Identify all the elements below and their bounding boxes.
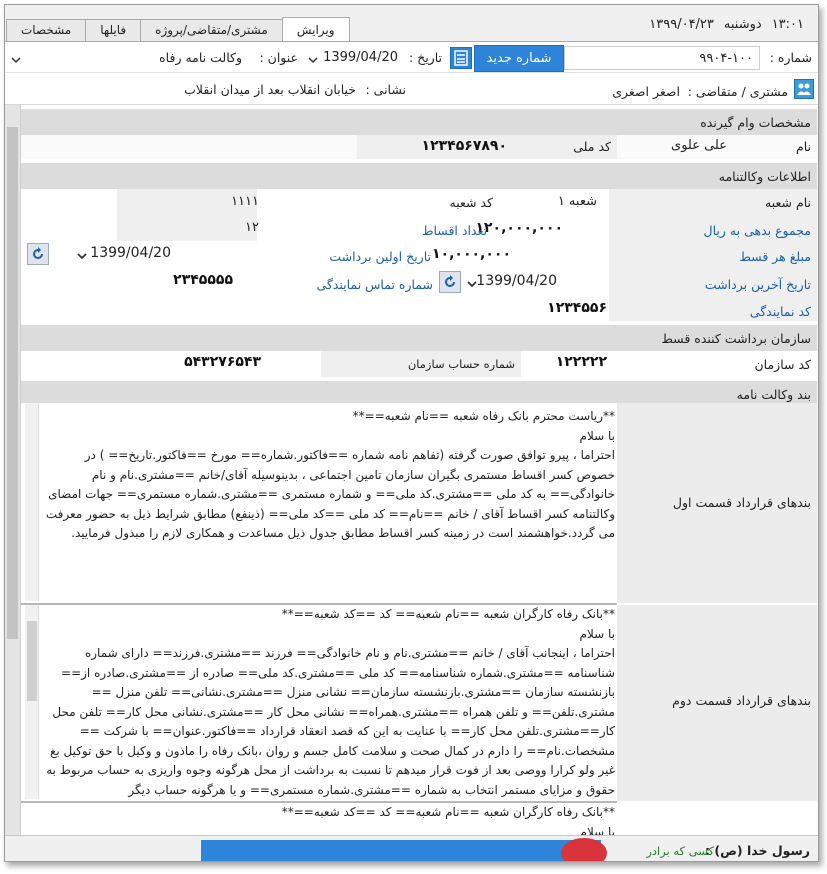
branch-name-label: نام شعبه	[765, 195, 811, 210]
part1-line-1: **رياست محترم بانک رفاه شعبه ==نام شعبه=…	[352, 409, 615, 423]
clock-date: ۱۳۹۹/۰۴/۲۳	[649, 17, 714, 32]
number-field[interactable]: ۹۹۰۴-۱۰۰	[564, 46, 760, 70]
part2-textarea[interactable]: **بانک رفاه کارگران شعبه ==نام شعبه== کد…	[21, 603, 617, 799]
agency-code-value[interactable]: ۱۲۳۴۵۵۶	[547, 300, 607, 316]
title-value: وکالت نامه رفاه	[159, 50, 242, 65]
customer-icon[interactable]	[794, 79, 814, 99]
branch-name-value[interactable]: شعبه ۱	[558, 194, 597, 209]
installments-label: تعداد اقساط	[421, 223, 487, 238]
branch-code-label: کد شعبه	[449, 195, 493, 210]
agency-phone-label: شماره تماس نمایندگی	[316, 277, 433, 292]
agency-phone-value[interactable]: ۲۳۴۵۵۵۵	[173, 272, 233, 288]
tab-customer-project[interactable]: مشتری/متقاضی/پروژه	[140, 19, 283, 41]
account-label: شماره حساب سازمان	[407, 357, 515, 371]
part1-scrollbar[interactable]	[25, 403, 39, 601]
installment-amount-label: مبلغ هر قسط	[739, 249, 811, 264]
part2-line-3: احتراما ، اینجانب آقای / خانم ==مشتری.نا…	[46, 646, 615, 797]
customer-row: مشتری / متقاضی : اصغر اصغری نشانی : خیاب…	[5, 73, 818, 105]
part2-scrollbar-thumb[interactable]	[27, 621, 37, 701]
customer-value[interactable]: اصغر اصغری	[612, 84, 680, 99]
calculator-icon[interactable]	[450, 47, 472, 69]
part1-textarea[interactable]: **رياست محترم بانک رفاه شعبه ==نام شعبه=…	[21, 403, 617, 601]
part3-textarea[interactable]: **بانک رفاه کارگران شعبه ==نام شعبه== کد…	[21, 801, 617, 835]
title-field[interactable]: وکالت نامه رفاه	[22, 46, 242, 70]
part3-line-1: **بانک رفاه کارگران شعبه ==نام شعبه== کد…	[281, 805, 615, 819]
hadith-text: کسی که برادر	[646, 844, 714, 858]
footer-badge	[561, 838, 607, 861]
part1-label: بندهای قرارداد قسمت اول	[672, 495, 811, 510]
number-value: ۹۹۰۴-۱۰۰	[699, 51, 753, 66]
tab-edit[interactable]: ویرایش	[281, 17, 350, 41]
last-withdraw-refresh-icon[interactable]	[439, 271, 461, 293]
tab-files[interactable]: فایلها	[85, 19, 142, 41]
new-number-button[interactable]: شماره جدید	[474, 45, 564, 72]
main-scrollbar-thumb[interactable]	[7, 127, 18, 639]
first-withdraw-label: تاریخ اولین برداشت	[329, 249, 431, 264]
tab-details[interactable]: مشخصات	[6, 19, 87, 41]
last-withdraw-chevron-icon[interactable]	[467, 279, 477, 289]
part1-text: **رياست محترم بانک رفاه شعبه ==نام شعبه=…	[43, 407, 615, 544]
customer-label: مشتری / متقاضی :	[687, 84, 788, 99]
first-withdraw-value[interactable]: 1399/04/20	[90, 245, 171, 261]
status-bar: رسول خدا (ص) : کسی که برادر	[5, 835, 818, 861]
org-code-value[interactable]: ۱۲۲۲۲۲	[556, 354, 607, 370]
total-debt-label: مجموع بدهی به ریال	[703, 223, 811, 238]
part3-line-2: با سلام	[579, 824, 615, 836]
organization-section-header: سازمان برداشت کننده قسط	[21, 325, 817, 351]
part2-line-1: **بانک رفاه کارگران شعبه ==نام شعبه== کد…	[281, 607, 615, 621]
installment-amount-value[interactable]: ۱۰,۰۰۰,۰۰۰	[432, 246, 511, 262]
national-id-value[interactable]: ۱۲۳۴۵۶۷۸۹۰	[422, 138, 507, 154]
chevron-down-icon[interactable]	[308, 55, 318, 65]
organization-row: کد سازمان ۱۲۲۲۲۲ شماره حساب سازمان ۵۴۳۲۷…	[21, 351, 817, 377]
total-debt-value[interactable]: ۱۲۰,۰۰۰,۰۰۰	[475, 220, 563, 236]
title-label: عنوان :	[259, 50, 298, 65]
poa-section-header: اطلاعات وکالتنامه	[21, 163, 817, 189]
number-label: شماره :	[769, 50, 812, 65]
clock: ۱۳:۰۱ دوشنبه ۱۳۹۹/۰۴/۲۳	[649, 17, 804, 32]
part2-label-cell: بندهای قرارداد قسمت دوم	[617, 605, 817, 801]
footer-banner	[201, 840, 601, 861]
app-window: ۱۳:۰۱ دوشنبه ۱۳۹۹/۰۴/۲۳ ویرایش مشتری/متق…	[4, 4, 819, 862]
account-label-cell: شماره حساب سازمان	[321, 351, 521, 377]
borrower-name-label: نام	[795, 139, 811, 154]
tab-strip: ویرایش مشتری/متقاضی/پروژه فایلها مشخصات	[6, 17, 350, 41]
account-value[interactable]: ۵۴۳۲۷۶۵۴۳	[184, 354, 261, 370]
org-code-label: کد سازمان	[754, 357, 812, 372]
borrower-name-value[interactable]: علی علوی	[671, 138, 727, 153]
main-scrollbar[interactable]	[5, 105, 21, 835]
part1-label-cell: بندهای قرارداد قسمت اول	[617, 403, 817, 603]
form-header-row: شماره : ۹۹۰۴-۱۰۰ شماره جدید تاریخ : 1399…	[5, 41, 818, 73]
date-value[interactable]: 1399/04/20	[323, 50, 398, 65]
address-label: نشانی :	[365, 82, 406, 97]
part2-scrollbar[interactable]	[25, 605, 39, 799]
form-content: مشخصات وام گیرنده نام علی علوی کد ملی ۱۲…	[21, 105, 817, 835]
clock-time: ۱۳:۰۱	[771, 17, 804, 32]
prophet-text: رسول خدا (ص) :	[705, 843, 810, 858]
address-value: خیابان انقلاب بعد از میدان انقلاب	[184, 82, 356, 97]
date-label: تاریخ :	[408, 50, 442, 65]
title-dropdown-icon[interactable]	[11, 55, 21, 65]
part2-label: بندهای قرارداد قسمت دوم	[672, 693, 811, 708]
national-id-label: کد ملی	[573, 139, 611, 154]
branch-code-value[interactable]: ۱۱۱۱	[231, 194, 259, 209]
last-withdraw-label: تاریخ آخرین برداشت	[704, 277, 811, 292]
installments-value[interactable]: ۱۲	[245, 220, 259, 235]
borrower-section-header: مشخصات وام گیرنده	[21, 109, 817, 135]
part1-line-3: احتراما ، پیرو توافق صورت گرفته (تفاهم ن…	[45, 448, 615, 540]
first-withdraw-chevron-icon[interactable]	[77, 251, 87, 261]
poa-grid: نام شعبه شعبه ۱ کد شعبه ۱۱۱۱ مجموع بدهی …	[21, 189, 817, 321]
title-bar: ۱۳:۰۱ دوشنبه ۱۳۹۹/۰۴/۲۳ ویرایش مشتری/متق…	[5, 5, 818, 41]
part2-line-2: با سلام	[579, 626, 615, 641]
part1-line-2: با سلام	[579, 428, 615, 443]
clauses-section-header: بند وکالت نامه	[21, 381, 817, 403]
part2-text: **بانک رفاه کارگران شعبه ==نام شعبه== کد…	[43, 605, 615, 799]
last-withdraw-value[interactable]: 1399/04/20	[476, 273, 557, 289]
part3-text: **بانک رفاه کارگران شعبه ==نام شعبه== کد…	[43, 803, 615, 835]
borrower-row: نام علی علوی کد ملی ۱۲۳۴۵۶۷۸۹۰	[21, 135, 817, 159]
first-withdraw-refresh-icon[interactable]	[27, 243, 49, 265]
clock-weekday: دوشنبه	[723, 17, 762, 32]
agency-code-label: کد نمایندگی	[749, 304, 811, 319]
